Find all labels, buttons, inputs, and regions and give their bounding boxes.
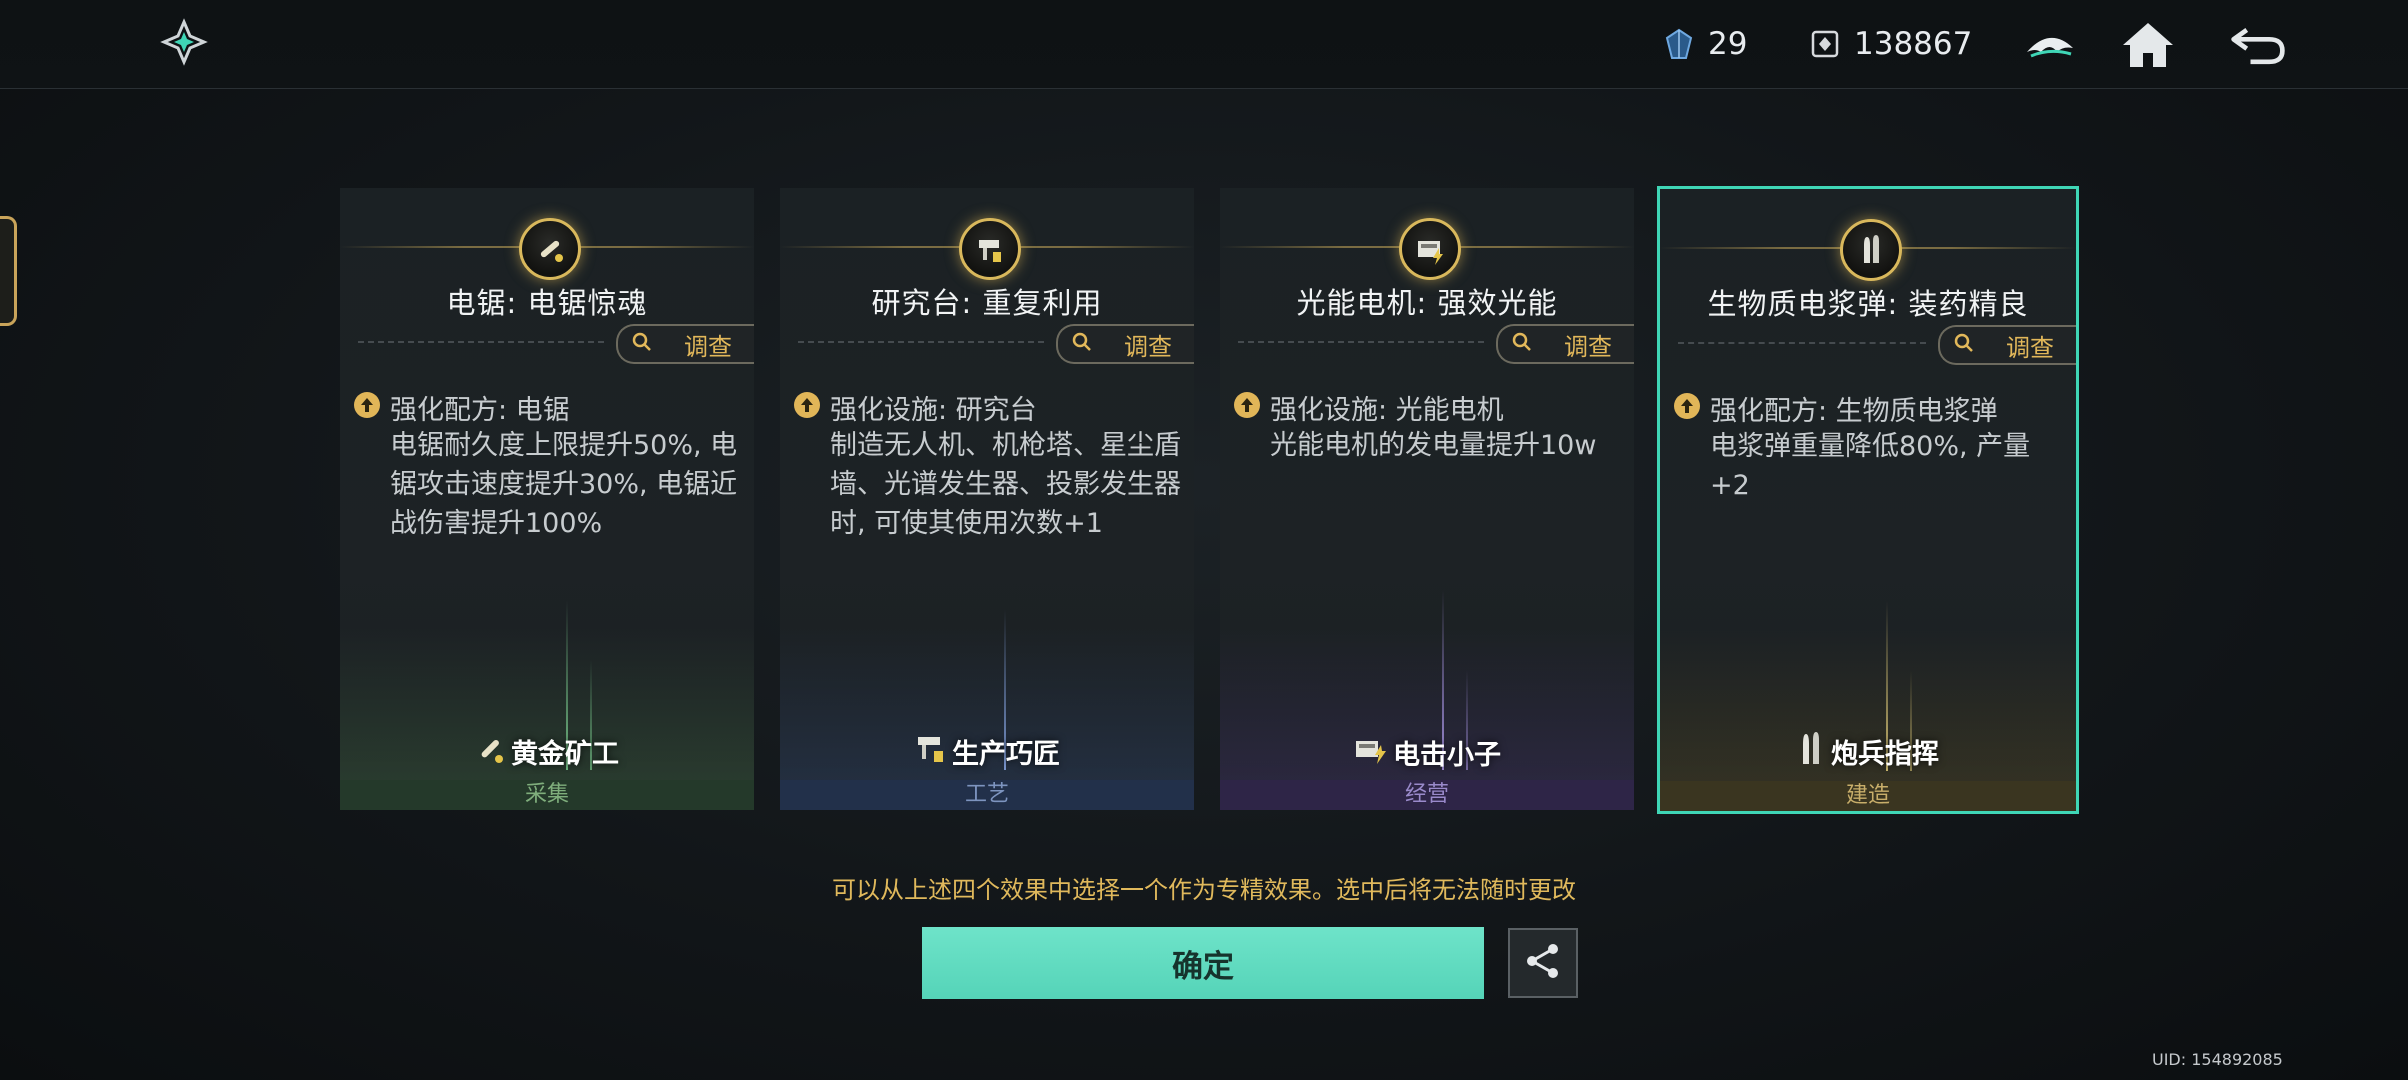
effect-card-biomass-plasma[interactable]: 生物质电浆弹: 装药精良 调查 强化配方: 生物质电浆弹 电浆弹重量降低80%,… (1657, 186, 2079, 814)
role-name: 炮兵指挥 (1831, 739, 1939, 770)
coin-resource: 138867 (1810, 22, 1972, 66)
crystal-resource: 29 (1664, 22, 1747, 66)
category-label: 经营 (1220, 780, 1634, 810)
investigate-button[interactable]: 调查 (1056, 324, 1194, 364)
artillery-commander-icon (1797, 730, 1827, 773)
card-title: 研究台: 重复利用 (871, 286, 1103, 320)
side-drawer-tab[interactable] (0, 216, 17, 326)
role-label: 黄金矿工 (340, 731, 754, 772)
upgrade-arrow-icon (354, 392, 380, 418)
uid-label: UID: 154892085 (2152, 1050, 2283, 1069)
upgrade-arrow-icon (1674, 393, 1700, 419)
search-icon (1072, 332, 1092, 356)
coin-icon (1810, 29, 1840, 59)
top-bar: 29 138867 (0, 0, 2408, 89)
logo-shuriken-icon[interactable] (160, 18, 208, 66)
investigate-label: 调查 (684, 332, 732, 361)
electric-kid-icon (1353, 733, 1389, 772)
effect-body: 光能电机的发电量提升10w (1270, 430, 1597, 461)
hat-icon[interactable] (2020, 14, 2080, 74)
divider (1678, 342, 1926, 344)
role-name: 生产巧匠 (952, 739, 1060, 770)
effect-card-research-table[interactable]: 研究台: 重复利用 调查 强化设施: 研究台 制造无人机、机枪塔、星尘盾墙、光谱… (780, 188, 1194, 810)
research-table-icon (959, 218, 1021, 280)
upgrade-arrow-icon (794, 392, 820, 418)
investigate-button[interactable]: 调查 (1938, 325, 2076, 365)
category-label: 采集 (340, 780, 754, 810)
divider (798, 341, 1044, 343)
effect-card-chainsaw[interactable]: 电锯: 电锯惊魂 调查 强化配方: 电锯 电锯耐久度上限提升50%, 电锯攻击速… (340, 188, 754, 810)
divider (1238, 341, 1484, 343)
effect-head: 强化设施: 研究台 (830, 395, 1037, 426)
home-icon[interactable] (2118, 14, 2178, 74)
effect-head: 强化配方: 电锯 (390, 395, 570, 426)
card-title: 生物质电浆弹: 装药精良 (1707, 287, 2029, 321)
share-icon (1523, 941, 1563, 985)
chainsaw-icon (519, 218, 581, 280)
role-label: 炮兵指挥 (1660, 730, 2076, 773)
effect-body: 制造无人机、机枪塔、星尘盾墙、光谱发生器、投影发生器时, 可使其使用次数+1 (830, 430, 1181, 539)
coin-count: 138867 (1854, 26, 1973, 62)
role-name: 电击小子 (1393, 740, 1501, 771)
effect-body: 电锯耐久度上限提升50%, 电锯攻击速度提升30%, 电锯近战伤害提升100% (390, 430, 738, 539)
confirm-button[interactable]: 确定 (922, 927, 1484, 999)
role-name: 黄金矿工 (511, 739, 619, 770)
solar-motor-icon (1399, 218, 1461, 280)
selection-hint: 可以从上述四个效果中选择一个作为专精效果。选中后将无法随时更改 (832, 876, 1576, 904)
effect-body: 电浆弹重量降低80%, 产量+2 (1710, 431, 2031, 501)
effect-head: 强化设施: 光能电机 (1270, 395, 1504, 426)
card-title: 电锯: 电锯惊魂 (446, 286, 648, 320)
effect-head: 强化配方: 生物质电浆弹 (1710, 396, 1998, 427)
divider (358, 341, 604, 343)
category-label: 工艺 (780, 780, 1194, 810)
investigate-button[interactable]: 调查 (616, 324, 754, 364)
effect-card-solar-motor[interactable]: 光能电机: 强效光能 调查 强化设施: 光能电机 光能电机的发电量提升10w 电… (1220, 188, 1634, 810)
search-icon (632, 332, 652, 356)
investigate-label: 调查 (2006, 333, 2054, 362)
investigate-label: 调查 (1124, 332, 1172, 361)
upgrade-arrow-icon (1234, 392, 1260, 418)
back-icon[interactable] (2228, 14, 2288, 74)
search-icon (1512, 332, 1532, 356)
role-label: 生产巧匠 (780, 731, 1194, 772)
share-button[interactable] (1508, 928, 1578, 998)
gold-miner-icon (475, 731, 507, 772)
crystal-icon (1664, 28, 1694, 60)
category-label: 建造 (1660, 781, 2076, 811)
investigate-button[interactable]: 调查 (1496, 324, 1634, 364)
crystal-count: 29 (1708, 26, 1748, 62)
investigate-label: 调查 (1564, 332, 1612, 361)
card-title: 光能电机: 强效光能 (1296, 286, 1558, 320)
plasma-shell-icon (1840, 219, 1902, 281)
production-artisan-icon (914, 731, 948, 772)
search-icon (1954, 333, 1974, 357)
role-label: 电击小子 (1220, 733, 1634, 772)
